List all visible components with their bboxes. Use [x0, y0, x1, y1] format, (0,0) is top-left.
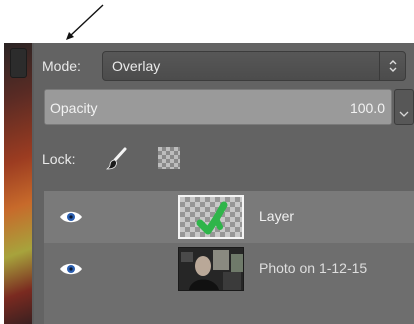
layers-dock: Mode: Overlay Opacity 100.0 Lock: Layer …: [34, 43, 414, 324]
lock-pixels-button[interactable]: [106, 147, 128, 171]
photo-thumbnail[interactable]: [178, 247, 244, 291]
layer-name[interactable]: Photo on 1-12-15: [259, 260, 367, 276]
paintbrush-icon: [106, 147, 127, 170]
layer-name[interactable]: Layer: [259, 208, 294, 224]
annotation-arrow: [66, 4, 104, 40]
lock-row: Lock:: [34, 143, 414, 175]
opacity-stepper[interactable]: [394, 89, 414, 125]
lock-label: Lock:: [42, 151, 76, 167]
eye-icon[interactable]: [58, 261, 84, 277]
mode-row: Mode: Overlay: [34, 49, 414, 83]
mode-value: Overlay: [112, 58, 161, 74]
layers-dock-panel: Mode: Overlay Opacity 100.0 Lock: Layer …: [4, 43, 414, 324]
chevron-down-icon: [399, 111, 409, 117]
updown-chevron-icon[interactable]: [379, 52, 405, 80]
canvas-edge: [4, 43, 32, 324]
opacity-label: Opacity: [50, 100, 98, 116]
layer-thumbnail[interactable]: [178, 195, 244, 239]
lock-alpha-button[interactable]: [158, 147, 180, 169]
opacity-row: Opacity 100.0: [44, 89, 414, 127]
opacity-value: 100.0: [349, 100, 385, 116]
mode-label: Mode:: [42, 58, 81, 74]
layer-row[interactable]: Layer: [44, 191, 414, 243]
opacity-slider[interactable]: Opacity 100.0: [44, 89, 392, 125]
mode-select[interactable]: Overlay: [102, 51, 406, 81]
layers-list: Layer Photo on 1-12-15: [44, 191, 414, 324]
eye-icon[interactable]: [58, 209, 84, 225]
dock-handle[interactable]: [10, 48, 27, 78]
layer-row[interactable]: Photo on 1-12-15: [44, 243, 414, 295]
